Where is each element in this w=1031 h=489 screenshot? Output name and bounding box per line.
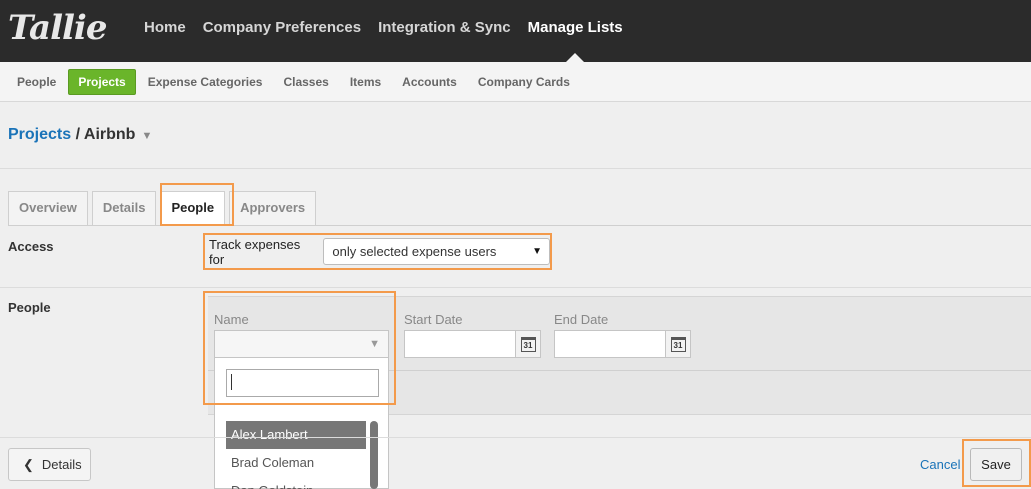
tab-details[interactable]: Details	[91, 191, 157, 225]
caret-down-icon: ▼	[369, 338, 380, 350]
top-navbar: Tallie Home Company Preferences Integrat…	[0, 0, 1031, 62]
start-date-label: Start Date	[404, 312, 463, 327]
start-date-calendar-button[interactable]: 31	[515, 330, 541, 358]
tallie-logo[interactable]: Tallie	[8, 8, 107, 48]
breadcrumb-separator: /	[71, 126, 84, 143]
people-label: People	[8, 300, 51, 315]
nav-home[interactable]: Home	[144, 0, 186, 62]
nav-manage-lists[interactable]: Manage Lists	[528, 0, 623, 62]
list-item[interactable]: Brad Coleman	[226, 449, 366, 477]
subnav-accounts[interactable]: Accounts	[393, 70, 466, 94]
subnav-classes[interactable]: Classes	[274, 70, 337, 94]
divider	[0, 287, 1031, 288]
chevron-left-icon: ❮	[23, 456, 34, 472]
text-cursor	[231, 374, 232, 390]
caret-down-icon[interactable]: ▼	[141, 130, 152, 142]
page-title: Projects / Airbnb ▼	[8, 126, 152, 144]
tab-people[interactable]: People	[160, 191, 226, 225]
name-options-list: Alex Lambert Brad Coleman Dan Goldstein	[226, 421, 366, 489]
subnav-company-cards[interactable]: Company Cards	[469, 70, 579, 94]
main-nav: Home Company Preferences Integration & S…	[144, 0, 640, 62]
end-date-input[interactable]	[554, 330, 666, 358]
dropdown-scrollbar[interactable]	[370, 421, 378, 489]
subnav-people[interactable]: People	[8, 70, 65, 94]
nav-company-preferences[interactable]: Company Preferences	[203, 0, 361, 62]
back-button-label: Details	[41, 457, 82, 472]
tab-approvers[interactable]: Approvers	[229, 191, 317, 225]
tabs-baseline	[8, 225, 1031, 226]
cancel-link[interactable]: Cancel	[920, 457, 960, 472]
name-field-label: Name	[214, 312, 249, 327]
track-expenses-value: only selected expense users	[332, 244, 497, 259]
end-date-label: End Date	[554, 312, 609, 327]
breadcrumb-current: Airbnb	[83, 126, 136, 143]
project-tabs: Overview Details People Approvers	[8, 191, 320, 225]
sub-navbar: People Projects Expense Categories Class…	[0, 62, 1031, 102]
divider	[0, 437, 1031, 438]
name-dropdown: Alex Lambert Brad Coleman Dan Goldstein	[214, 358, 389, 489]
list-item[interactable]: Alex Lambert	[226, 421, 366, 449]
start-date-input[interactable]	[404, 330, 516, 358]
calendar-icon: 31	[670, 336, 686, 352]
back-to-details-button[interactable]: ❮ Details	[8, 448, 91, 481]
breadcrumb-projects-link[interactable]: Projects	[8, 126, 71, 143]
track-expenses-label: Track expenses for	[209, 236, 301, 267]
calendar-icon: 31	[520, 336, 536, 352]
divider	[0, 168, 1031, 169]
track-expenses-select[interactable]: only selected expense users ▼	[323, 238, 550, 265]
subnav-items[interactable]: Items	[341, 70, 390, 94]
access-label: Access	[8, 239, 54, 254]
access-control: Track expenses for only selected expense…	[203, 233, 552, 270]
tab-overview[interactable]: Overview	[8, 191, 88, 225]
subnav-expense-categories[interactable]: Expense Categories	[139, 70, 272, 94]
end-date-calendar-button[interactable]: 31	[665, 330, 691, 358]
nav-integration-sync[interactable]: Integration & Sync	[378, 0, 511, 62]
save-button[interactable]: Save	[970, 448, 1022, 481]
name-search-input[interactable]	[226, 369, 379, 397]
list-item[interactable]: Dan Goldstein	[226, 477, 366, 489]
dropdown-arrow-icon: ▼	[532, 246, 542, 257]
name-select[interactable]: ▼	[214, 330, 389, 358]
subnav-projects[interactable]: Projects	[68, 68, 136, 95]
